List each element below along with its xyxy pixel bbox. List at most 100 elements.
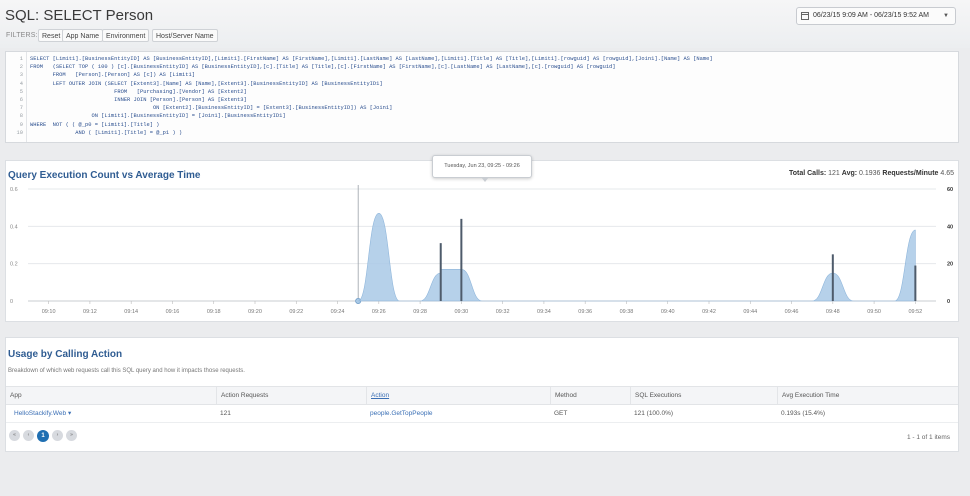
avg-value: 0.1936 [859,170,881,177]
x-tick-label: 09:52 [908,309,922,315]
sql-line-number: 10 [16,129,23,136]
sql-line-number: 7 [19,105,23,112]
sql-text: FROM [Person].[Person] AS [c]) AS [Limit… [52,72,195,79]
app-name: HelloStackify.Web [14,410,67,417]
sql-indent [30,105,153,111]
sql-line-number: 2 [19,64,23,71]
sql-line-code: FROM [Person].[Person] AS [c]) AS [Limit… [30,71,195,79]
sql-text: WHERE NOT ( ( @_p0 = [Limit1].[Title] ) [30,121,160,128]
date-range-value: 06/23/15 9:09 AM - 06/23/15 9:52 AM [813,12,929,19]
x-tick-label: 09:48 [826,309,840,315]
sql-line-code: WHERE NOT ( ( @_p0 = [Limit1].[Title] ) [30,121,159,129]
sql-line: 4 LEFT OUTER JOIN (SELECT [Extent3].[Nam… [6,80,958,88]
x-tick-label: 09:50 [867,309,881,315]
first-page-button[interactable]: « [9,430,20,441]
sql-line-code: INNER JOIN [Person].[Person] AS [Extent3… [30,96,247,104]
sql-text: INNER JOIN [Person].[Person] AS [Extent3… [114,97,247,103]
x-tick-label: 09:22 [289,309,303,315]
cell-app[interactable]: HelloStackify.Web ▾ [10,405,71,422]
x-tick-label: 09:20 [248,309,262,315]
avg-label: Avg: [841,170,858,177]
y-left-tick-label: 0.2 [10,262,18,268]
sql-indent [30,72,53,78]
execution-count-bar [460,218,463,301]
filter-host-server-button[interactable]: Host/Server Name [152,29,218,42]
x-tick-label: 09:46 [785,309,799,315]
y-right-tick-label: 0 [947,299,950,305]
execution-chart-panel: Query Execution Count vs Average Time To… [5,155,959,323]
rpm-value: 4.65 [940,170,954,177]
page-title: SQL: SELECT Person [5,7,154,24]
last-page-button[interactable]: » [66,430,77,441]
prev-page-button[interactable]: ‹ [23,430,34,441]
date-range-picker[interactable]: 06/23/15 9:09 AM - 06/23/15 9:52 AM ▼ [796,7,956,25]
filter-app-name-button[interactable]: App Name [62,29,104,42]
col-app[interactable]: App [6,387,216,404]
col-avg-execution-time[interactable]: Avg Execution Time [777,387,958,404]
calendar-icon [801,12,809,20]
col-action-requests[interactable]: Action Requests [216,387,366,404]
top-bar: SQL: SELECT Person FILTERS: Reset App Na… [0,0,970,48]
sql-line-code: ON [Extent2].[BusinessEntityID] = [Exten… [30,104,392,112]
x-tick-label: 09:10 [42,309,56,315]
sql-indent [30,97,114,103]
sql-text: ON [Extent2].[BusinessEntityID] = [Exten… [152,105,393,112]
usage-title: Usage by Calling Action [8,349,123,360]
sql-line-code: ON [Limit1].[BusinessEntityID] = [Join1]… [30,112,286,120]
x-tick-label: 09:38 [620,309,634,315]
x-tick-label: 09:30 [454,309,468,315]
cell-action[interactable]: people.GetTopPeople [366,405,433,422]
x-tick-label: 09:40 [661,309,675,315]
execution-count-bar [831,254,834,301]
y-left-tick-label: 0.4 [10,224,18,230]
filter-reset-button[interactable]: Reset [38,29,65,42]
x-tick-label: 09:24 [331,309,345,315]
col-sql-executions[interactable]: SQL Executions [630,387,777,404]
cell-action-requests: 121 [220,410,231,417]
sql-line-number: 8 [19,113,23,120]
x-tick-label: 09:18 [207,309,221,315]
usage-panel: Usage by Calling Action Breakdown of whi… [5,337,959,452]
execution-count-bar [439,243,442,301]
x-tick-label: 09:32 [496,309,510,315]
sql-code-panel: 1 SELECT [Limit1].[BusinessEntityID] AS [… [5,51,959,143]
sql-text: ON [Limit1].[BusinessEntityID] = [Join1]… [91,113,286,120]
total-calls-value: 121 [828,170,840,177]
chevron-down-icon: ▼ [943,13,949,19]
sql-line: 8 ON [Limit1].[BusinessEntityID] = [Join… [6,112,958,120]
y-right-tick-label: 40 [947,224,953,230]
sql-line: 2 FROM (SELECT TOP ( 100 ) [c].[BusinessE… [6,63,958,71]
sql-line-number: 5 [19,88,23,95]
sql-line-code: FROM (SELECT TOP ( 100 ) [c].[BusinessEn… [30,63,616,71]
col-action[interactable]: Action [366,387,550,404]
sql-line-code: LEFT OUTER JOIN (SELECT [Extent3].[Name]… [30,80,383,88]
sql-indent [30,81,53,87]
sql-line-number: 1 [19,56,23,62]
sql-line-code: AND ( [Limit1].[Title] = @_p1 ) ) [30,129,182,137]
sql-line: 7 ON [Extent2].[BusinessEntityID] = [Ext… [6,104,958,112]
y-left-tick-label: 0 [10,299,13,305]
filter-environment-button[interactable]: Environment [102,29,150,42]
execution-chart[interactable]: 0 0.2 0.4 0.6 0 20 40 60 09:10 09:12 09:14 09:16 09:… [6,183,958,323]
sql-line-number: 6 [19,97,23,103]
x-tick-label: 09:26 [372,309,386,315]
sql-line: 5 FROM [Purchasing].[Vendor] AS [Extent2… [6,88,958,96]
execution-count-bar [914,265,917,301]
sql-line-code: SELECT [Limit1].[BusinessEntityID] AS [B… [30,55,713,63]
next-page-button[interactable]: › [52,430,63,441]
chart-stats: Total Calls: 121 Avg: 0.1936 Requests/Mi… [789,170,954,177]
usage-description: Breakdown of which web requests call thi… [8,368,245,374]
cell-method: GET [554,410,568,417]
x-tick-label: 09:28 [413,309,427,315]
col-method[interactable]: Method [550,387,630,404]
x-tick-label: 09:16 [166,309,180,315]
x-tick-label: 09:44 [743,309,757,315]
sql-line-number: 3 [19,72,23,79]
cell-sql-executions: 121 (100.0%) [634,410,674,417]
chevron-down-icon: ▾ [67,410,72,417]
total-calls-label: Total Calls: [788,170,827,177]
sql-text: LEFT OUTER JOIN (SELECT [Extent3].[Name]… [52,80,383,87]
page-1-button[interactable]: 1 [37,429,49,442]
x-tick-label: 09:12 [83,309,97,315]
sql-line: 3 FROM [Person].[Person] AS [c]) AS [Lim… [6,71,958,79]
